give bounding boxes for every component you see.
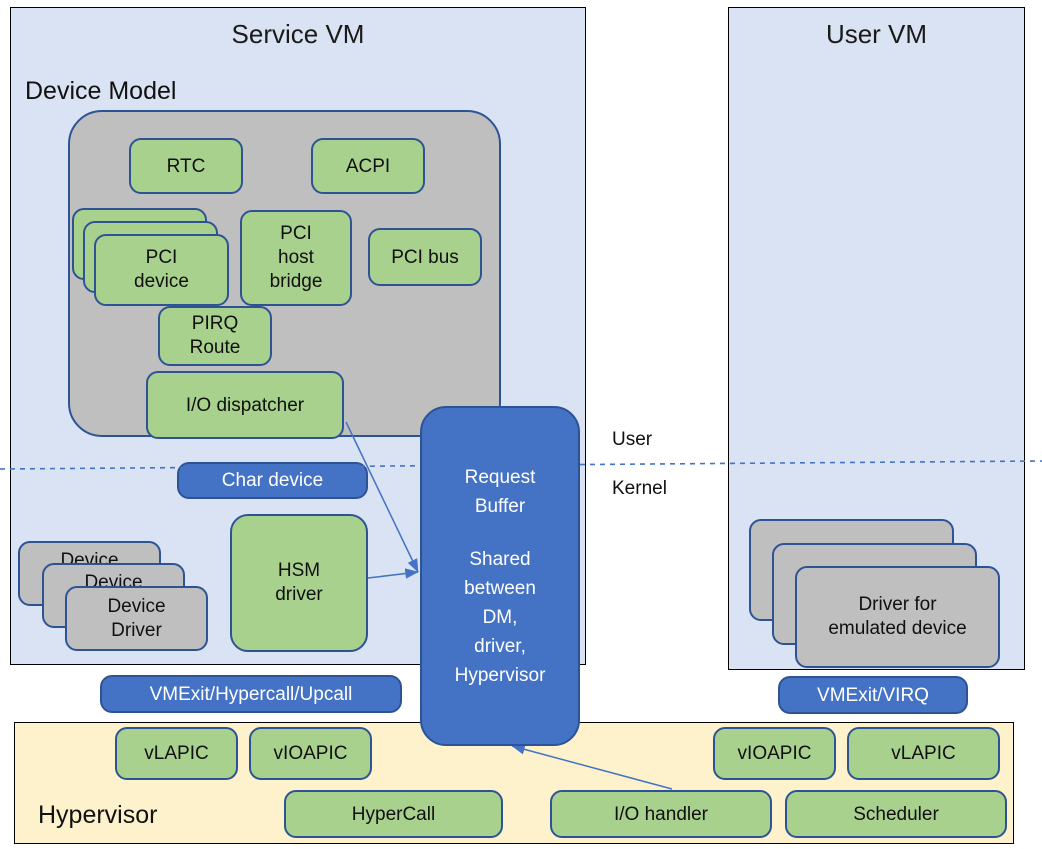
- device-model-heading: Device Model: [25, 77, 177, 105]
- component-scheduler[interactable]: Scheduler: [785, 790, 1007, 838]
- request-buffer-line-2: Buffer: [474, 495, 526, 517]
- component-acpi[interactable]: ACPI: [311, 138, 425, 194]
- component-pci-device-label: PCI device: [134, 247, 189, 292]
- component-pirq-route[interactable]: PIRQ Route: [158, 306, 272, 366]
- component-hsm-driver[interactable]: HSM driver: [230, 514, 368, 652]
- component-rtc-label: RTC: [166, 155, 206, 177]
- component-acpi-label: ACPI: [345, 155, 391, 177]
- component-request-buffer[interactable]: Request Buffer Shared between DM, driver…: [420, 406, 580, 746]
- component-io-dispatcher-label: I/O dispatcher: [185, 394, 305, 416]
- component-hypercall-label: HyperCall: [351, 803, 436, 825]
- component-vlapic-right-label: vLAPIC: [891, 743, 956, 764]
- component-hypercall[interactable]: HyperCall: [284, 790, 503, 838]
- component-pci-host-bridge-label: PCI host bridge: [269, 223, 323, 292]
- request-buffer-line-5: DM,: [482, 606, 518, 628]
- component-vioapic-left[interactable]: vIOAPIC: [249, 727, 372, 780]
- badge-vmexit-hypercall-upcall[interactable]: VMExit/Hypercall/Upcall: [100, 675, 402, 713]
- diagram-canvas: Service VM Device Model RTC ACPI PCI dev…: [0, 0, 1042, 849]
- request-buffer-line-6: driver,: [474, 635, 526, 657]
- request-buffer-line-1: Request: [464, 466, 536, 488]
- badge-vmexit-virq[interactable]: VMExit/VIRQ: [778, 676, 968, 714]
- component-device-driver[interactable]: Device Driver: [65, 586, 208, 651]
- component-rtc[interactable]: RTC: [129, 138, 243, 194]
- component-vlapic-left[interactable]: vLAPIC: [115, 727, 238, 780]
- component-vioapic-right-label: vIOAPIC: [737, 743, 812, 764]
- component-vioapic-right[interactable]: vIOAPIC: [713, 727, 836, 780]
- request-buffer-line-3: Shared: [469, 548, 531, 570]
- component-io-dispatcher[interactable]: I/O dispatcher: [146, 371, 344, 439]
- component-hsm-driver-label: HSM driver: [275, 560, 323, 605]
- service-vm-title: Service VM: [231, 19, 365, 49]
- user-vm-title: User VM: [825, 19, 928, 49]
- request-buffer-line-7: Hypervisor: [454, 664, 546, 686]
- privilege-label-kernel: Kernel: [612, 478, 667, 499]
- component-vlapic-right[interactable]: vLAPIC: [847, 727, 1000, 780]
- component-char-device-label: Char device: [221, 470, 324, 491]
- component-io-handler-label: I/O handler: [614, 803, 708, 825]
- user-vm-driver[interactable]: Driver for emulated device: [795, 566, 1000, 668]
- component-io-handler[interactable]: I/O handler: [550, 790, 772, 838]
- component-pci-host-bridge[interactable]: PCI host bridge: [240, 210, 352, 306]
- component-scheduler-label: Scheduler: [853, 803, 939, 825]
- hypervisor-heading: Hypervisor: [38, 801, 158, 829]
- component-pci-bus-label: PCI bus: [391, 246, 459, 268]
- request-buffer-spacer: [496, 521, 504, 545]
- component-pci-bus[interactable]: PCI bus: [368, 228, 482, 286]
- privilege-label-user: User: [612, 429, 653, 450]
- request-buffer-line-4: between: [464, 577, 536, 599]
- component-pci-device[interactable]: PCI device: [94, 234, 229, 306]
- user-vm-driver-label: Driver for emulated device: [828, 594, 967, 639]
- component-pirq-route-label: PIRQ Route: [189, 313, 241, 358]
- component-vlapic-left-label: vLAPIC: [144, 743, 209, 764]
- badge-vmexit-virq-label: VMExit/VIRQ: [817, 684, 929, 706]
- component-vioapic-left-label: vIOAPIC: [273, 743, 348, 764]
- badge-vmexit-hypercall-upcall-label: VMExit/Hypercall/Upcall: [149, 683, 353, 705]
- component-device-driver-label: Device Driver: [107, 595, 166, 641]
- component-char-device[interactable]: Char device: [177, 462, 368, 499]
